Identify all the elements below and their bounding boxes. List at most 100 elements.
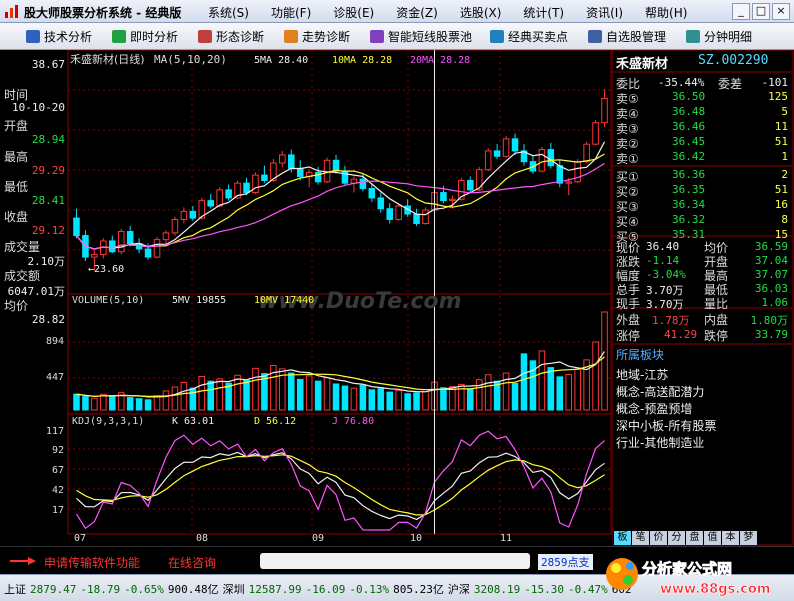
volume-bar [135,398,143,411]
minimize-button[interactable]: _ [732,3,750,20]
quote-label2-4: 量比 [704,297,729,311]
month-label-09: 09 [312,533,324,544]
toolbar-realtime[interactable]: 即时分析 [112,28,178,45]
trend-icon [284,30,298,43]
sector-item[interactable]: 深中小板-所有股票 [616,417,716,434]
toolbar-trend[interactable]: 走势诊断 [284,28,350,45]
sector-item[interactable]: 概念-高送配潜力 [616,383,704,400]
toolbar-label: 形态诊断 [216,30,265,44]
volume-bar [234,374,241,411]
volume-bar [144,399,152,411]
online-consult-link[interactable]: 在线咨询 [168,554,216,571]
index-name[interactable]: 深圳 [223,583,245,596]
site-logo: 分析家公式网 www.88gs.com [606,558,771,597]
candle [117,231,125,253]
watchlist-icon [588,30,602,43]
limit-up-value: 41.29 [664,328,698,341]
menu-help[interactable]: 帮助(H) [645,4,687,21]
quote-value-2: -3.04% [646,268,686,281]
candle [332,159,340,172]
candle [413,213,420,224]
window-controls: _ □ × [730,3,790,20]
index-name[interactable]: 上证 [4,583,26,596]
candle [395,205,402,220]
volume-bar [484,374,492,411]
quote-value-0: 36.40 [646,240,680,253]
candle [475,169,483,191]
menu-system[interactable]: 系统(S) [208,4,249,21]
chart-area: 38.67 时间 10-10-20 开盘 28.94 最高 29.29 最低 2… [0,50,794,546]
month-label-11: 11 [500,533,512,544]
candle [144,248,152,258]
toolbar: 技术分析 即时分析 形态诊断 走势诊断 智能短线股票池 经典买卖点 自选股管理 … [0,23,794,50]
volume-bar [73,393,80,411]
sector-item[interactable]: 行业-其他制造业 [616,434,704,451]
menu-diagnose[interactable]: 诊股(E) [333,4,374,21]
toolbar-minute-detail[interactable]: 分钟明细 [686,28,752,45]
menu-function[interactable]: 功能(F) [271,4,311,21]
kdj-k-line [76,451,605,521]
menu-statistics[interactable]: 统计(T) [523,4,564,21]
candle [162,232,170,241]
volume-bar [216,378,223,411]
candle [565,181,572,184]
weicha-label: 委差 [718,77,743,91]
close-button[interactable]: × [772,3,790,20]
ma10-line [76,153,605,250]
volume-bar [305,375,313,411]
inner-value: 1.80万 [750,314,789,327]
maximize-button[interactable]: □ [752,3,770,20]
kdj-k-value: K 63.01 [172,416,214,427]
pattern-icon [198,30,212,43]
candle [467,179,474,191]
toolbar-label: 技术分析 [44,30,93,44]
index-amount: 805.23亿 [393,583,444,596]
message-box[interactable] [260,553,530,569]
month-label-08: 08 [196,533,208,544]
volume-bar [198,375,206,411]
sell-level-4-volume: 5 [781,105,788,118]
sector-item[interactable]: 地域-江苏 [616,366,668,383]
volume-bar [153,395,161,411]
quote-panel: 禾盛新材 SZ.002290 委比 -35.44% 委差 -101 卖⑤ 36.50 125… [612,50,794,546]
kdj-j-line [75,430,605,531]
volume-bar [404,393,411,411]
candle [574,161,581,183]
index-amount: 900.48亿 [167,583,219,596]
quote-value-1: -1.14 [646,254,680,267]
volume-bar [171,386,179,411]
sell-level-5-volume: 125 [768,90,788,103]
menu-stock-select[interactable]: 选股(X) [460,4,502,21]
volume-bar [556,376,564,411]
menu-fund[interactable]: 资金(Z) [396,4,438,21]
toolbar-watchlist[interactable]: 自选股管理 [588,28,666,45]
candle [538,149,546,172]
limit-down-value: 33.79 [754,328,788,341]
index-price: 3208.19 [473,583,521,596]
apply-feature-link[interactable]: 申请传输软件功能 [44,554,140,571]
index-price: 2879.47 [30,583,77,596]
kline-chart[interactable]: 禾盛新材(日线) MA(5,10,20) 5MA 28.40 10MA 28.2… [0,50,612,546]
volume-bar [91,397,98,411]
toolbar-pattern[interactable]: 形态诊断 [198,28,264,45]
sector-item[interactable]: 概念-预盈预增 [616,400,692,417]
candle [288,154,295,169]
sell-level-1-price: 36.42 [672,150,706,163]
volume-bar [529,360,537,411]
candle [216,189,223,207]
toolbar-label: 经典买卖点 [508,30,569,44]
toolbar-classic-trade[interactable]: 经典买卖点 [490,28,568,45]
toolbar-smart-pool[interactable]: 智能短线股票池 [370,28,472,45]
menu-info[interactable]: 资讯(I) [586,4,623,21]
index-name[interactable]: 沪深 [448,583,470,596]
volume-bar [252,367,259,411]
candle [592,122,599,145]
kdj-tick-67: 67 [52,465,64,476]
toolbar-tech-analysis[interactable]: 技术分析 [26,28,92,45]
volume-bar [82,396,89,411]
outer-label: 外盘 [616,313,641,327]
index-pct: -0.65% [124,583,164,596]
volume-indicator-label: VOLUME(5,10) [72,295,144,306]
volume-bar [288,372,295,411]
buy-level-2-volume: 51 [774,183,788,196]
